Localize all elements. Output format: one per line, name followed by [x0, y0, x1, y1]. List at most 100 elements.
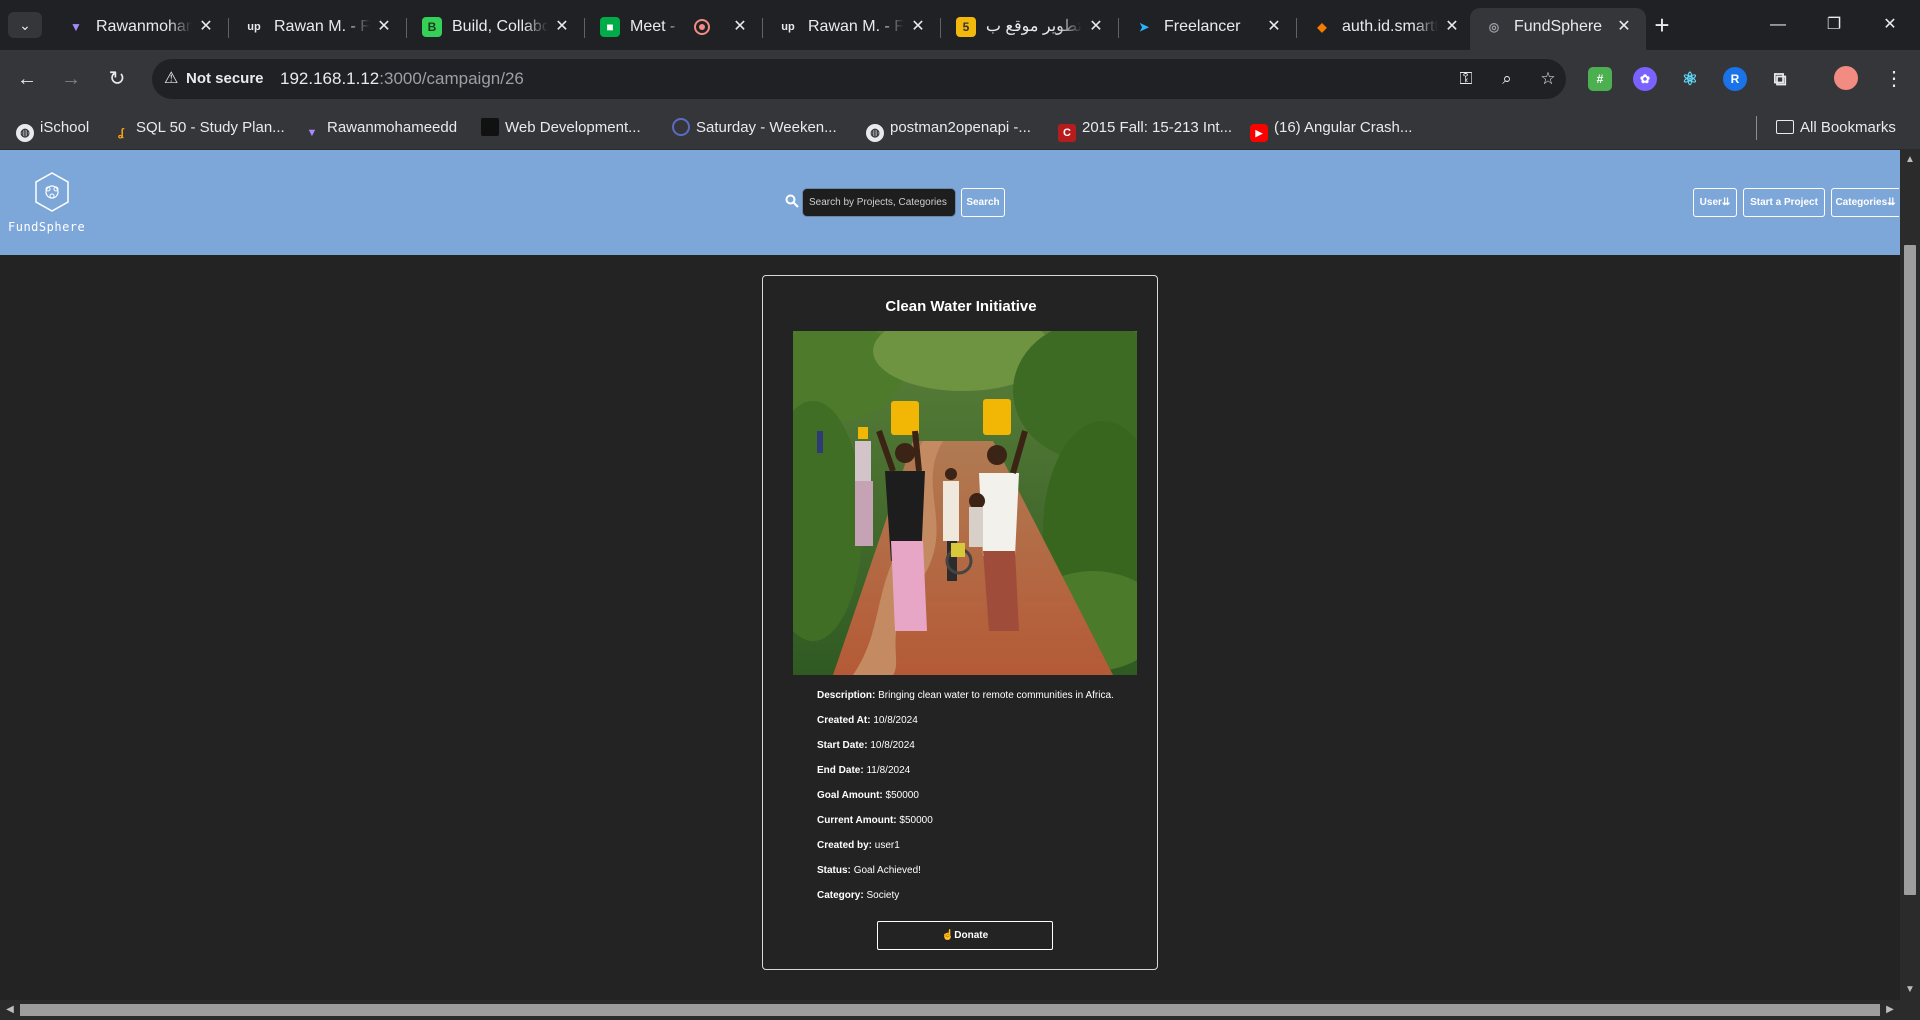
bookmark-item[interactable]: ◍ postman2openapi -...: [866, 117, 1031, 142]
forward-button[interactable]: →: [57, 65, 85, 93]
categories-menu-button[interactable]: Categories⇊: [1831, 188, 1899, 217]
scroll-left-icon[interactable]: ◀: [0, 1000, 20, 1020]
user-menu-button[interactable]: User⇊: [1693, 188, 1737, 217]
browser-tab[interactable]: ➤ Freelancer ✕: [1120, 8, 1297, 50]
close-icon[interactable]: ✕: [1264, 17, 1284, 37]
tab-search-button[interactable]: ⌄: [8, 12, 42, 38]
upwork-icon: up: [781, 21, 795, 33]
start-project-button[interactable]: Start a Project: [1743, 188, 1825, 217]
bookmark-label: (16) Angular Crash...: [1274, 119, 1413, 136]
scroll-up-icon[interactable]: ▲: [1900, 150, 1920, 170]
horizontal-scrollbar[interactable]: ◀ ▶: [0, 1000, 1920, 1020]
browser-tab[interactable]: B Build, Collaborate ✕: [408, 8, 585, 50]
bookmark-item[interactable]: Web Development...: [481, 117, 641, 139]
campaign-current-amount: Current Amount: $50000: [817, 815, 933, 826]
close-icon[interactable]: ✕: [730, 17, 750, 37]
campaign-created-by: Created by: user1: [817, 840, 900, 851]
window-close-button[interactable]: ✕: [1868, 10, 1912, 40]
r-extension-icon[interactable]: R: [1723, 67, 1747, 91]
warning-icon[interactable]: ⚠: [164, 69, 184, 89]
menu-icon[interactable]: ⋮: [1880, 65, 1908, 93]
horizontal-scroll-thumb[interactable]: [20, 1004, 1880, 1016]
brain-extension-icon[interactable]: ✿: [1633, 67, 1657, 91]
bookmark-label: Web Development...: [505, 119, 641, 136]
field-value: $50000: [885, 790, 919, 801]
star-icon[interactable]: ☆: [1536, 67, 1560, 91]
five-icon: 5: [956, 17, 976, 37]
restore-button[interactable]: ❐: [1812, 10, 1856, 40]
field-label: Start Date:: [817, 740, 868, 751]
campaign-status: Status: Goal Achieved!: [817, 865, 921, 876]
tab-title: Build, Collaborate: [452, 18, 548, 35]
categories-menu-label: Categories: [1835, 197, 1888, 208]
browser-tab[interactable]: up Rawan M. - Full ✕: [764, 8, 941, 50]
extension-icon[interactable]: #: [1588, 67, 1612, 91]
key-icon[interactable]: ⚿: [1454, 67, 1478, 91]
field-label: Current Amount:: [817, 815, 897, 826]
globe-icon: ◍: [866, 124, 884, 142]
sort-down-icon: ⇊: [1721, 197, 1731, 208]
field-label: Created by:: [817, 840, 873, 851]
close-icon[interactable]: ✕: [1614, 17, 1634, 37]
close-icon[interactable]: ✕: [196, 17, 216, 37]
vertical-scrollbar[interactable]: ▲ ▼: [1900, 150, 1920, 1000]
close-icon[interactable]: ✕: [1086, 17, 1106, 37]
field-label: Goal Amount:: [817, 790, 883, 801]
donate-button[interactable]: ☝Donate: [877, 921, 1053, 950]
bookmark-item[interactable]: Saturday - Weeken...: [672, 117, 837, 139]
tab-separator: [762, 18, 763, 38]
browser-tab[interactable]: 5 تطوير موقع ب ✕: [942, 8, 1119, 50]
browser-tab[interactable]: ▼ Rawanmohamed ✕: [52, 8, 229, 50]
field-value: Bringing clean water to remote communiti…: [878, 690, 1114, 701]
bookmark-item[interactable]: ◍ iSchool: [16, 117, 89, 142]
all-bookmarks[interactable]: All Bookmarks: [1776, 117, 1896, 139]
campaign-image: [793, 331, 1137, 675]
reload-button[interactable]: ↻: [103, 65, 131, 93]
fundsphere-logo-icon[interactable]: [34, 172, 70, 212]
scroll-right-icon[interactable]: ▶: [1880, 1000, 1900, 1020]
url-host: 192.168.1.12: [280, 69, 380, 88]
new-tab-button[interactable]: +: [1648, 12, 1676, 40]
bookmark-item[interactable]: ▶ (16) Angular Crash...: [1250, 117, 1413, 142]
close-icon[interactable]: ✕: [1442, 17, 1462, 37]
vertical-scroll-thumb[interactable]: [1904, 245, 1916, 895]
close-icon[interactable]: ✕: [374, 17, 394, 37]
browser-tab[interactable]: up Rawan M. - Full ✕: [230, 8, 407, 50]
profile-avatar[interactable]: [1834, 66, 1858, 90]
bookmark-label: Saturday - Weeken...: [696, 119, 837, 136]
close-icon[interactable]: ✕: [908, 17, 928, 37]
bookmark-item[interactable]: C 2015 Fall: 15-213 Int...: [1058, 117, 1232, 142]
react-devtools-icon[interactable]: ⚛: [1678, 67, 1702, 91]
zoom-icon[interactable]: ⌕: [1495, 67, 1519, 91]
security-label[interactable]: Not secure: [186, 70, 264, 87]
scroll-down-icon[interactable]: ▼: [1900, 980, 1920, 1000]
search-button[interactable]: Search: [961, 188, 1005, 217]
field-label: Created At:: [817, 715, 871, 726]
auth-icon: ◆: [1317, 20, 1327, 34]
vite-icon: ▼: [306, 127, 318, 139]
browser-tab[interactable]: ■ Meet - m ✕: [586, 8, 763, 50]
browser-tab[interactable]: ◆ auth.id.smartt ✕: [1298, 8, 1474, 50]
tab-title: auth.id.smartt: [1342, 18, 1438, 35]
logo-text[interactable]: FundSphere: [8, 220, 85, 234]
back-button[interactable]: ←: [13, 65, 41, 93]
browser-tab-active[interactable]: ◎ FundSphere ✕: [1470, 8, 1646, 50]
bookmark-item[interactable]: ▼ Rawanmohameedd: [303, 117, 458, 139]
puzzle-icon[interactable]: ⧉: [1768, 67, 1792, 91]
url-text[interactable]: 192.168.1.12:3000/campaign/26: [280, 69, 524, 89]
search-input[interactable]: [802, 188, 956, 217]
tab-separator: [1296, 18, 1297, 38]
tab-title: Rawan M. - Full: [808, 18, 904, 35]
bookmark-item[interactable]: ʆ SQL 50 - Study Plan...: [112, 117, 285, 139]
hand-coin-icon: ☝: [941, 930, 955, 941]
close-icon[interactable]: ✕: [552, 17, 572, 37]
tab-title: تطوير موقع ب: [986, 18, 1082, 35]
field-label: Description:: [817, 690, 876, 701]
campaign-end-date: End Date: 11/8/2024: [817, 765, 910, 776]
field-value: user1: [874, 840, 900, 851]
address-bar[interactable]: ⚠ Not secure 192.168.1.12:3000/campaign/…: [152, 59, 1566, 99]
field-label: Category:: [817, 890, 864, 901]
tab-separator: [940, 18, 941, 38]
url-path: :3000/campaign/26: [379, 69, 524, 88]
minimize-button[interactable]: —: [1756, 10, 1800, 40]
